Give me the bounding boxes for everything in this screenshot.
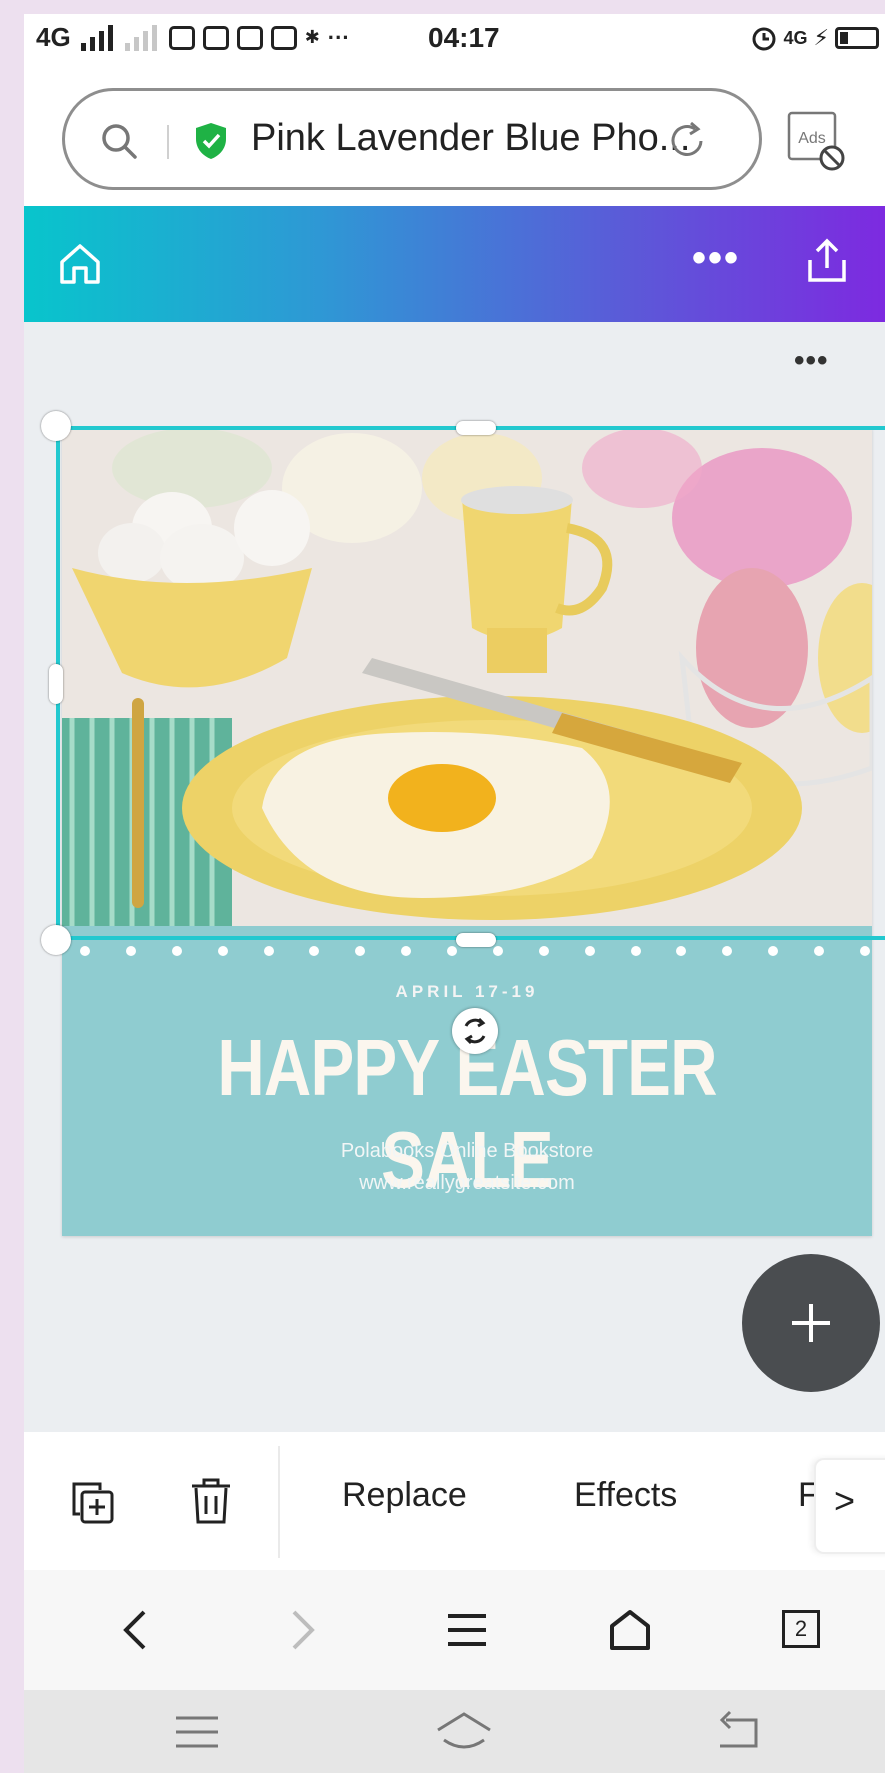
selection-frame xyxy=(56,426,885,940)
add-element-button[interactable] xyxy=(742,1254,880,1392)
ads-block-icon[interactable]: Ads xyxy=(786,110,846,172)
system-home-icon[interactable] xyxy=(434,1710,494,1752)
toolbar-scroll-button[interactable]: > xyxy=(814,1458,885,1554)
trash-icon[interactable] xyxy=(188,1476,234,1526)
system-back-icon[interactable] xyxy=(714,1710,760,1752)
resize-handle-bottom[interactable] xyxy=(456,933,496,947)
shield-icon xyxy=(196,123,226,159)
add-icon xyxy=(792,1304,830,1342)
share-icon[interactable] xyxy=(802,236,852,286)
browser-home-icon[interactable] xyxy=(606,1606,654,1654)
notification-icons: ✱ ··· xyxy=(168,24,350,51)
instagram-icon xyxy=(270,25,297,50)
store-website[interactable]: www.reallygreatsite.com xyxy=(62,1172,872,1195)
rotate-handle[interactable] xyxy=(452,1008,498,1054)
reload-icon[interactable] xyxy=(665,119,709,163)
store-name[interactable]: Polabooks Online Bookstore xyxy=(62,1140,872,1163)
phone-screen: 4G ✱ ··· 04:17 4G ⚡ Pink Lavender Blue P… xyxy=(24,14,885,1773)
clock: 04:17 xyxy=(428,22,500,53)
home-icon[interactable] xyxy=(56,240,104,288)
design-canvas: ••• APRIL 17-19 HAPPY EASTER SALE Polabo… xyxy=(24,322,885,1432)
address-divider xyxy=(167,125,169,159)
recent-apps-icon[interactable] xyxy=(174,1714,220,1750)
toolbar-divider xyxy=(278,1446,280,1558)
more-options-button[interactable]: ••• xyxy=(692,236,740,281)
facebook-icon xyxy=(168,25,195,50)
battery-icon xyxy=(835,27,879,49)
search-icon[interactable] xyxy=(99,121,139,161)
url-text[interactable]: Pink Lavender Blue Pho... xyxy=(251,117,690,160)
signal-weak-icon xyxy=(124,24,157,51)
dotted-divider xyxy=(80,946,870,956)
signal-icon xyxy=(80,24,113,51)
resize-handle-bottom-left[interactable] xyxy=(41,925,71,955)
back-icon[interactable] xyxy=(116,1606,156,1654)
element-toolbar: Replace Effects Filter > xyxy=(24,1432,885,1570)
rotate-icon xyxy=(464,1017,486,1045)
forward-icon[interactable] xyxy=(282,1606,322,1654)
browser-nav-bar: 2 xyxy=(24,1570,885,1690)
browser-address-row: Pink Lavender Blue Pho... Ads xyxy=(24,66,885,206)
effects-button[interactable]: Effects xyxy=(574,1476,677,1515)
resize-handle-top[interactable] xyxy=(456,421,496,435)
status-right: 4G ⚡ xyxy=(750,24,879,52)
system-nav-bar xyxy=(24,1690,885,1773)
android-icon: ✱ xyxy=(304,27,320,47)
mail-icon xyxy=(202,25,229,50)
charging-icon: ⚡ xyxy=(813,25,829,50)
sale-dates[interactable]: APRIL 17-19 xyxy=(62,982,872,1002)
sale-banner[interactable]: APRIL 17-19 HAPPY EASTER SALE Polabooks … xyxy=(62,926,872,1236)
menu-icon[interactable] xyxy=(444,1606,490,1654)
address-bar[interactable]: Pink Lavender Blue Pho... xyxy=(62,88,762,190)
duplicate-icon[interactable] xyxy=(68,1478,116,1526)
facebook-icon xyxy=(236,25,263,50)
resize-handle-left[interactable] xyxy=(49,664,63,704)
editor-header: ••• xyxy=(24,206,885,322)
network-label: 4G xyxy=(36,22,71,52)
more-notifications-icon: ··· xyxy=(327,24,350,50)
status-bar: 4G ✱ ··· 04:17 4G ⚡ xyxy=(24,14,885,66)
resize-handle-top-left[interactable] xyxy=(41,411,71,441)
alarm-icon xyxy=(752,27,776,51)
status-left: 4G ✱ ··· xyxy=(36,22,350,53)
page-options-button[interactable]: ••• xyxy=(794,344,829,378)
network-label-right: 4G xyxy=(783,27,808,48)
chevron-right-icon: > xyxy=(834,1480,856,1521)
replace-button[interactable]: Replace xyxy=(342,1476,467,1515)
ads-label: Ads xyxy=(798,130,826,147)
tabs-button[interactable]: 2 xyxy=(782,1610,820,1648)
